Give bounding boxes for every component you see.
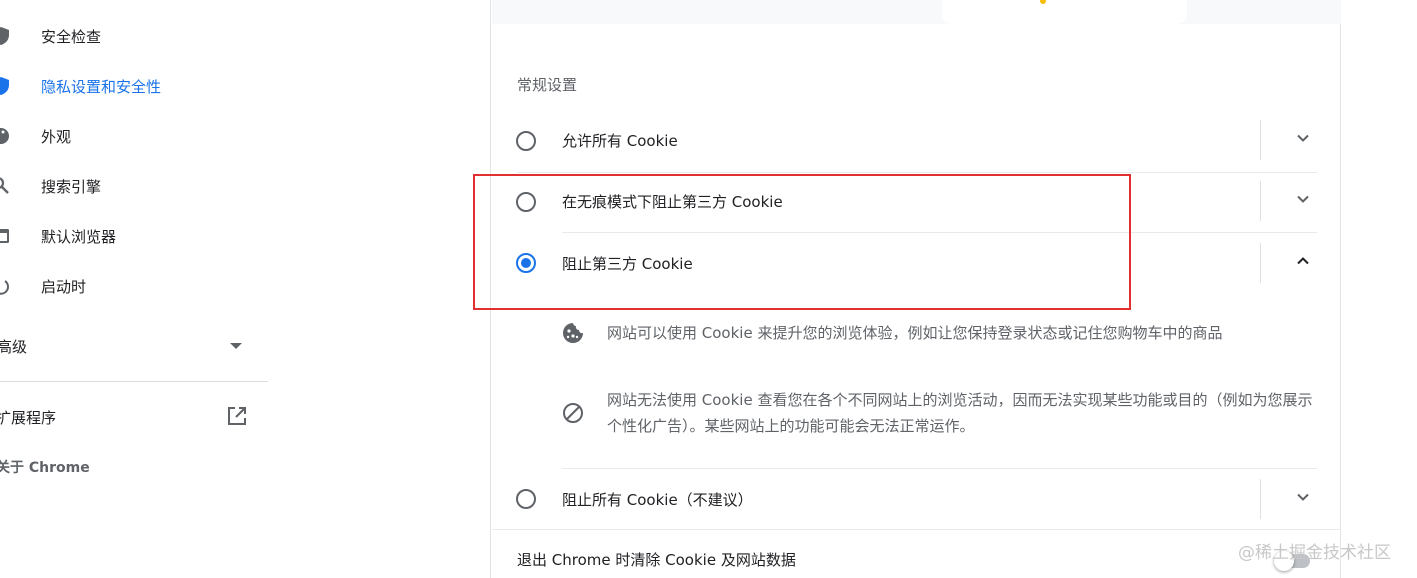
radio-label: 阻止第三方 Cookie (562, 255, 693, 273)
radio-option-block-third-party-incognito[interactable]: 在无痕模式下阻止第三方 Cookie (491, 173, 1340, 229)
detail-text: 网站可以使用 Cookie 来提升您的浏览体验，例如让您保持登录状态或记住您购物… (607, 324, 1223, 342)
chevron-down-icon (1295, 489, 1311, 509)
sidebar-item-label: 默认浏览器 (41, 227, 117, 246)
expand-button[interactable] (1291, 189, 1315, 213)
radio-button[interactable] (516, 131, 536, 151)
sidebar: 安全检查 隐私设置和安全性 外观 搜索引擎 默认浏览器 启动时 高级 扩展程序 … (0, 0, 270, 578)
chevron-up-icon (1295, 253, 1311, 273)
sidebar-item-privacy[interactable]: 隐私设置和安全性 (0, 66, 268, 106)
watermark: @稀土掘金技术社区 (1238, 543, 1391, 563)
sidebar-divider (0, 381, 268, 382)
block-icon (561, 401, 585, 425)
sidebar-item-label: 启动时 (41, 277, 87, 296)
sidebar-item-extensions[interactable]: 扩展程序 (0, 397, 268, 437)
sidebar-item-default-browser[interactable]: 默认浏览器 (0, 216, 268, 256)
about-chrome-label: 关于 Chrome (0, 460, 90, 476)
sidebar-item-search-engine[interactable]: 搜索引擎 (0, 166, 268, 206)
open-in-new-icon (226, 405, 248, 431)
cookies-settings-card: 常规设置 允许所有 Cookie 在无痕模式下阻止第三方 Cookie 阻止第三… (490, 0, 1341, 578)
shield-icon (0, 76, 11, 96)
sidebar-item-about-chrome[interactable]: 关于 Chrome (0, 447, 268, 487)
browser-icon (0, 226, 11, 246)
shield-check-icon (0, 26, 11, 46)
detail-text: 网站无法使用 Cookie 查看您在各个不同网站上的浏览活动，因而无法实现某些功… (607, 391, 1313, 435)
radio-button[interactable] (516, 192, 536, 212)
radio-option-block-all[interactable]: 阻止所有 Cookie（不建议） (491, 471, 1340, 527)
dropdown-arrow-icon (230, 343, 242, 349)
chevron-down-icon (1295, 130, 1311, 150)
radio-option-allow-all[interactable]: 允许所有 Cookie (491, 112, 1340, 168)
radio-button[interactable] (516, 489, 536, 509)
extensions-label: 扩展程序 (0, 408, 57, 427)
card-header-illustration (492, 0, 1341, 24)
expand-button[interactable] (1291, 487, 1315, 511)
radio-button[interactable] (516, 253, 536, 273)
sidebar-item-label: 搜索引擎 (41, 177, 102, 196)
clear-cookies-on-exit-label: 退出 Chrome 时清除 Cookie 及网站数据 (517, 551, 796, 569)
power-icon (0, 276, 11, 296)
sidebar-item-label: 外观 (41, 127, 72, 146)
sidebar-item-label: 隐私设置和安全性 (41, 77, 162, 96)
advanced-label: 高级 (0, 337, 28, 356)
sidebar-item-label: 安全检查 (41, 27, 102, 46)
sidebar-item-appearance[interactable]: 外观 (0, 116, 268, 156)
radio-label: 在无痕模式下阻止第三方 Cookie (562, 193, 783, 211)
sidebar-item-advanced[interactable]: 高级 (0, 326, 268, 366)
radio-label: 允许所有 Cookie (562, 132, 678, 150)
sidebar-item-on-startup[interactable]: 启动时 (0, 266, 268, 306)
section-title: 常规设置 (517, 76, 578, 94)
cookie-icon (561, 321, 585, 345)
radio-option-block-third-party[interactable]: 阻止第三方 Cookie (491, 235, 1340, 291)
expand-button[interactable] (1291, 128, 1315, 152)
sidebar-item-safety-check[interactable]: 安全检查 (0, 16, 268, 56)
palette-icon (0, 126, 11, 146)
collapse-button[interactable] (1291, 251, 1315, 275)
radio-label: 阻止所有 Cookie（不建议） (562, 491, 753, 509)
search-icon (0, 176, 11, 196)
chevron-down-icon (1295, 191, 1311, 211)
